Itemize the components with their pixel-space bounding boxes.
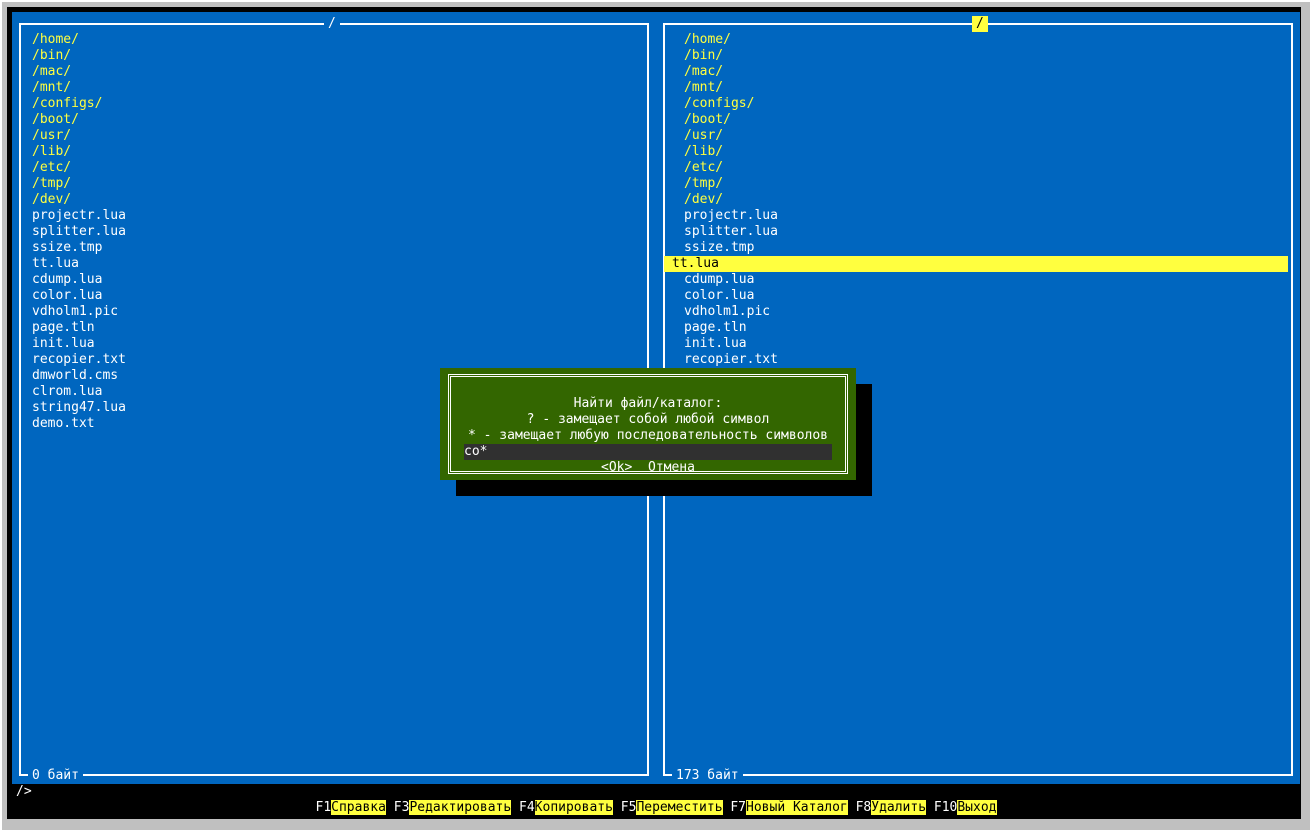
file-item[interactable]: splitter.lua xyxy=(664,224,1288,240)
directory-item[interactable]: /bin/ xyxy=(32,48,636,64)
file-item[interactable]: ssize.tmp xyxy=(664,240,1288,256)
dialog-buttons: <Ok> Отмена xyxy=(440,460,856,476)
directory-item[interactable]: /bin/ xyxy=(664,48,1288,64)
fkey-number: F10 xyxy=(933,800,958,815)
fkey-label: Копировать xyxy=(534,800,613,815)
cancel-button[interactable]: Отмена xyxy=(648,460,695,475)
right-panel-size: 173 байт xyxy=(672,768,743,784)
directory-item[interactable]: /configs/ xyxy=(32,96,636,112)
directory-item[interactable]: /mnt/ xyxy=(32,80,636,96)
file-manager-screen: / /home//bin//mac//mnt//configs//boot//u… xyxy=(12,12,1300,816)
directory-item[interactable]: /mac/ xyxy=(664,64,1288,80)
command-line[interactable]: /> xyxy=(16,784,32,800)
file-item[interactable]: vdholm1.pic xyxy=(32,304,636,320)
fkey-f4[interactable]: F4Копировать xyxy=(519,800,613,815)
directory-item[interactable]: /dev/ xyxy=(664,192,1288,208)
file-item[interactable]: cdump.lua xyxy=(32,272,636,288)
directory-item[interactable]: /etc/ xyxy=(664,160,1288,176)
right-file-list[interactable]: /home//bin//mac//mnt//configs//boot//usr… xyxy=(664,32,1288,368)
fkey-number: F8 xyxy=(855,800,872,815)
search-pattern-input[interactable]: co* xyxy=(464,444,832,460)
directory-item[interactable]: /configs/ xyxy=(664,96,1288,112)
fkey-f7[interactable]: F7Новый Каталог xyxy=(730,800,848,815)
left-panel-title: / xyxy=(324,16,340,32)
file-item[interactable]: init.lua xyxy=(664,336,1288,352)
fkey-f10[interactable]: F10Выход xyxy=(934,800,997,815)
file-item[interactable]: vdholm1.pic xyxy=(664,304,1288,320)
fkey-f1[interactable]: F1Справка xyxy=(316,800,386,815)
fkey-label: Удалить xyxy=(871,800,927,815)
fkey-label: Новый Каталог xyxy=(746,800,848,815)
directory-item[interactable]: /usr/ xyxy=(664,128,1288,144)
find-file-dialog: Найти файл/каталог: ? - замещает собой л… xyxy=(440,368,856,480)
fkey-number: F3 xyxy=(393,800,410,815)
file-item[interactable]: ssize.tmp xyxy=(32,240,636,256)
file-item[interactable]: splitter.lua xyxy=(32,224,636,240)
directory-item[interactable]: /boot/ xyxy=(32,112,636,128)
fkey-number: F4 xyxy=(519,800,535,815)
directory-item[interactable]: /home/ xyxy=(664,32,1288,48)
directory-item[interactable]: /etc/ xyxy=(32,160,636,176)
directory-item[interactable]: /lib/ xyxy=(664,144,1288,160)
directory-item[interactable]: /home/ xyxy=(32,32,636,48)
fkey-number: F1 xyxy=(315,800,332,815)
directory-item[interactable]: /lib/ xyxy=(32,144,636,160)
function-key-bar: F1Справка F3Редактировать F4Копировать F… xyxy=(12,800,1300,816)
file-item[interactable]: page.tln xyxy=(32,320,636,336)
fkey-label: Выход xyxy=(957,800,997,815)
fkey-f3[interactable]: F3Редактировать xyxy=(393,800,512,815)
file-item[interactable]: recopier.txt xyxy=(664,352,1288,368)
file-item[interactable]: page.tln xyxy=(664,320,1288,336)
file-item[interactable]: color.lua xyxy=(664,288,1288,304)
fkey-number: F7 xyxy=(730,800,747,815)
ok-button[interactable]: <Ok> xyxy=(601,460,632,475)
right-panel-title: / xyxy=(972,16,988,32)
file-item[interactable]: projectr.lua xyxy=(32,208,636,224)
fkey-label: Переместить xyxy=(636,800,723,815)
file-item[interactable]: projectr.lua xyxy=(664,208,1288,224)
fkey-label: Редактировать xyxy=(409,800,512,815)
directory-item[interactable]: /tmp/ xyxy=(664,176,1288,192)
fkey-f5[interactable]: F5Переместить xyxy=(621,800,723,815)
directory-item[interactable]: /mac/ xyxy=(32,64,636,80)
directory-item[interactable]: /usr/ xyxy=(32,128,636,144)
dialog-title: Найти файл/каталог: xyxy=(573,396,723,411)
directory-item[interactable]: /tmp/ xyxy=(32,176,636,192)
left-panel-size: 0 байт xyxy=(28,768,83,784)
fkey-f8[interactable]: F8Удалить xyxy=(855,800,927,815)
file-item[interactable]: tt.lua xyxy=(664,256,1288,272)
file-item[interactable]: init.lua xyxy=(32,336,636,352)
file-item[interactable]: tt.lua xyxy=(32,256,636,272)
directory-item[interactable]: /boot/ xyxy=(664,112,1288,128)
fkey-number: F5 xyxy=(620,800,637,815)
dialog-hint-star: * - замещает любую последовательность си… xyxy=(467,428,829,443)
dialog-hint-question: ? - замещает собой любой символ xyxy=(526,412,770,427)
fkey-label: Справка xyxy=(331,800,386,815)
directory-item[interactable]: /dev/ xyxy=(32,192,636,208)
directory-item[interactable]: /mnt/ xyxy=(664,80,1288,96)
file-item[interactable]: cdump.lua xyxy=(664,272,1288,288)
file-item[interactable]: color.lua xyxy=(32,288,636,304)
file-item[interactable]: recopier.txt xyxy=(32,352,636,368)
